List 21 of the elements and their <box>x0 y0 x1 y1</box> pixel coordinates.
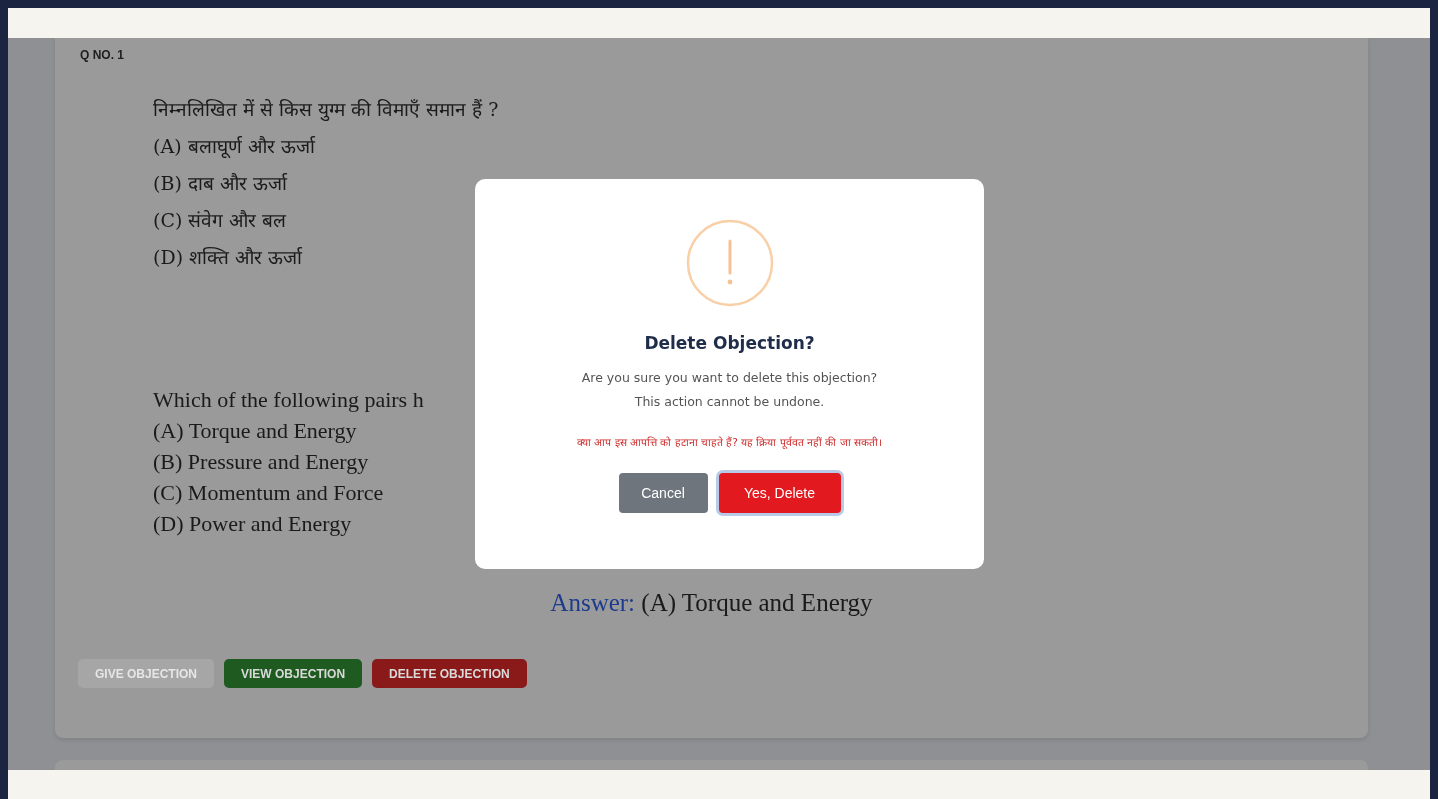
confirm-delete-button[interactable]: Yes, Delete <box>718 473 841 513</box>
warning-icon <box>685 219 774 307</box>
dialog-message-hindi: क्या आप इस आपत्ति को हटाना चाहते हैं? यह क्रिया पूर्ववत नहीं की जा सकती। <box>576 435 883 449</box>
question-text: Which of the following pairs h <box>153 386 424 414</box>
delete-objection-button[interactable]: DELETE OBJECTION <box>372 659 527 688</box>
option-text: (D) Power and Energy <box>153 510 352 538</box>
option-text: (A) बलाघूर्ण और ऊर्जा <box>153 134 315 160</box>
option-text: (B) दाब और ऊर्जा <box>153 171 287 196</box>
dialog-message: Are you sure you want to delete this objection? <box>581 369 878 387</box>
view-objection-button[interactable]: VIEW OBJECTION <box>224 659 363 688</box>
option-text: (C) Momentum and Force <box>153 479 384 507</box>
question-text: निम्नलिखित में से किस युग्म की विमाएँ समान हैं ? <box>153 97 499 123</box>
option-text: (A) Torque and Energy <box>153 417 357 445</box>
answer-text: Answer: (A) Torque and Energy <box>550 589 873 617</box>
option-text: (C) संवेग और बल <box>153 208 287 233</box>
option-text: (B) Pressure and Energy <box>153 448 369 476</box>
dialog-message: This action cannot be undone. <box>634 393 825 411</box>
question-number: Q NO. 1 <box>80 48 124 62</box>
option-text: (D) शक्ति और ऊर्जा <box>153 245 303 270</box>
cancel-button[interactable]: Cancel <box>618 473 708 513</box>
dialog-title: Delete Objection? <box>644 333 815 353</box>
